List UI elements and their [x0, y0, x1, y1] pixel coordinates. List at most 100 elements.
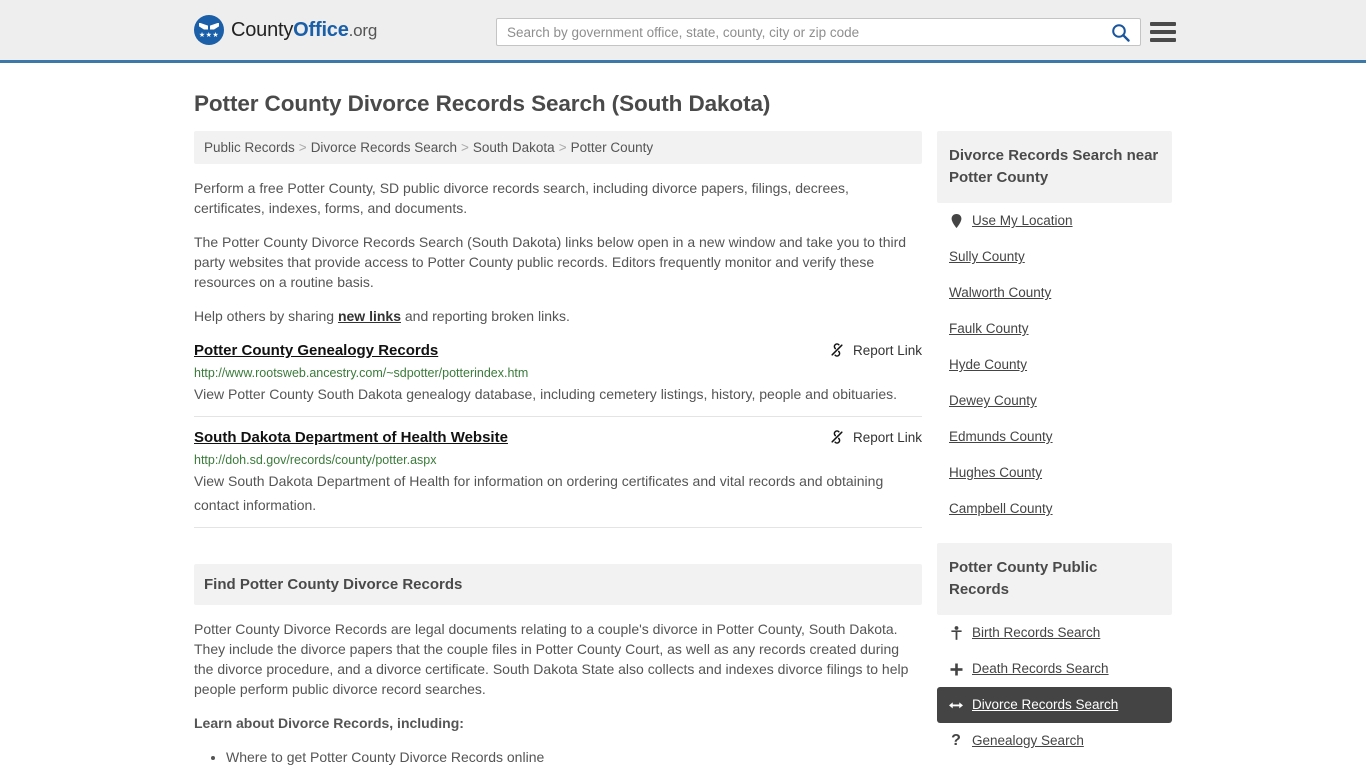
sidebar-item-marriage-records-search[interactable]: Marriage Records Search: [937, 759, 1172, 768]
broken-link-icon: [831, 430, 843, 444]
intro-share-prefix: Help others by sharing: [194, 308, 338, 324]
search-button[interactable]: [1107, 19, 1140, 45]
list-item: Use My Location: [937, 203, 1172, 239]
result-entry: Potter County Genealogy Records Report L…: [194, 340, 922, 417]
result-title-link[interactable]: South Dakota Department of Health Websit…: [194, 427, 508, 449]
breadcrumb-item-divorce-records-search[interactable]: Divorce Records Search: [311, 140, 457, 155]
logo-text-county: County: [231, 18, 294, 41]
sidebar-item-label: Birth Records Search: [972, 625, 1101, 640]
sidebar-item-faulk-county[interactable]: Faulk County: [937, 311, 1172, 347]
search-icon: [1112, 23, 1130, 42]
content-columns: Public Records > Divorce Records Search > So…: [194, 131, 1172, 768]
result-entry: South Dakota Department of Health Websit…: [194, 427, 922, 528]
find-records-paragraph: Potter County Divorce Records are legal …: [194, 621, 909, 697]
result-url[interactable]: http://www.rootsweb.ancestry.com/~sdpott…: [194, 365, 922, 381]
double-arrow-icon: [949, 700, 963, 711]
sidebar-item-hughes-county[interactable]: Hughes County: [937, 455, 1172, 491]
sidebar-item-walworth-county[interactable]: Walworth County: [937, 275, 1172, 311]
report-link-label: Report Link: [852, 429, 922, 445]
sidebar-public-records-heading: Potter County Public Records: [937, 543, 1172, 615]
result-description: View Potter County South Dakota genealog…: [194, 386, 898, 402]
sidebar-nearby-list: Use My Location Sully County Walworth Co…: [937, 203, 1172, 527]
sidebar-nearby-heading: Divorce Records Search near Potter Count…: [937, 131, 1172, 203]
sidebar-item-death-records-search[interactable]: Death Records Search: [937, 651, 1172, 687]
breadcrumb-separator: >: [558, 140, 567, 155]
sidebar-item-label: Edmunds County: [949, 429, 1053, 444]
sidebar-item-label: Campbell County: [949, 501, 1053, 516]
logo-stars: ★★★: [198, 31, 220, 39]
list-item: Marriage Records Search: [937, 759, 1172, 768]
eagle-logo-icon: ★★★: [194, 15, 224, 45]
result-url[interactable]: http://doh.sd.gov/records/county/potter.…: [194, 452, 922, 468]
baby-icon: [949, 626, 963, 640]
sidebar-item-hyde-county[interactable]: Hyde County: [937, 347, 1172, 383]
intro-text: Perform a free Potter County, SD public …: [194, 178, 922, 326]
find-records-body: Potter County Divorce Records are legal …: [194, 619, 922, 768]
list-item: Dewey County: [937, 383, 1172, 419]
breadcrumb: Public Records > Divorce Records Search > So…: [194, 131, 922, 164]
list-item: Walworth County: [937, 275, 1172, 311]
breadcrumb-item-potter-county[interactable]: Potter County: [571, 140, 654, 155]
learn-about-heading: Learn about Divorce Records, including:: [194, 715, 464, 731]
result-description: View South Dakota Department of Health f…: [194, 473, 884, 513]
page-container: Potter County Divorce Records Search (So…: [0, 91, 1366, 768]
new-links-link[interactable]: new links: [338, 308, 401, 324]
list-item: Divorce Records Search: [937, 687, 1172, 723]
sidebar: Divorce Records Search near Potter Count…: [937, 131, 1172, 768]
intro-paragraph-1: Perform a free Potter County, SD public …: [194, 180, 849, 216]
map-pin-icon: [949, 214, 963, 228]
list-item: Birth Records Search: [937, 615, 1172, 651]
breadcrumb-item-public-records[interactable]: Public Records: [204, 140, 295, 155]
sidebar-item-label: Walworth County: [949, 285, 1052, 300]
breadcrumb-separator: >: [461, 140, 469, 155]
learn-about-list: Where to get Potter County Divorce Recor…: [194, 747, 922, 768]
sidebar-item-edmunds-county[interactable]: Edmunds County: [937, 419, 1172, 455]
sidebar-item-label: Use My Location: [972, 213, 1073, 228]
site-logo[interactable]: ★★★ CountyOffice.org: [194, 15, 377, 45]
list-item: ? Genealogy Search: [937, 723, 1172, 759]
list-item: Death Records Search: [937, 651, 1172, 687]
list-item: Hughes County: [937, 455, 1172, 491]
sidebar-item-label: Dewey County: [949, 393, 1037, 408]
sidebar-item-divorce-records-search[interactable]: Divorce Records Search: [937, 687, 1172, 723]
page-title: Potter County Divorce Records Search (So…: [194, 91, 771, 116]
sidebar-item-dewey-county[interactable]: Dewey County: [937, 383, 1172, 419]
sidebar-item-label: Faulk County: [949, 321, 1029, 336]
logo-text-org: .org: [348, 20, 378, 40]
intro-share-suffix: and reporting broken links.: [401, 308, 570, 324]
breadcrumb-item-south-dakota[interactable]: South Dakota: [473, 140, 555, 155]
sidebar-item-label: Divorce Records Search: [972, 697, 1119, 712]
hamburger-menu-icon[interactable]: [1150, 18, 1176, 46]
list-item: Edmunds County: [937, 419, 1172, 455]
site-header: ★★★ CountyOffice.org: [0, 0, 1366, 63]
main-content: Public Records > Divorce Records Search > So…: [194, 131, 922, 768]
logo-text-office: Office: [293, 18, 349, 41]
sidebar-item-label: Hughes County: [949, 465, 1043, 480]
list-item: Where to get Potter County Divorce Recor…: [226, 747, 922, 768]
sidebar-item-label: Death Records Search: [972, 661, 1109, 676]
cross-icon: [949, 663, 963, 676]
report-link-button[interactable]: Report Link: [829, 427, 922, 445]
result-title-link[interactable]: Potter County Genealogy Records: [194, 340, 438, 362]
sidebar-item-birth-records-search[interactable]: Birth Records Search: [937, 615, 1172, 651]
intro-paragraph-2: The Potter County Divorce Records Search…: [194, 234, 907, 290]
sidebar-public-records-list: Birth Records Search Death Records Searc…: [937, 615, 1172, 768]
list-item: Sully County: [937, 239, 1172, 275]
result-header-row: South Dakota Department of Health Websit…: [194, 427, 922, 449]
sidebar-item-label: Hyde County: [949, 357, 1028, 372]
sidebar-item-campbell-county[interactable]: Campbell County: [937, 491, 1172, 527]
logo-wordmark: CountyOffice.org: [231, 19, 377, 42]
sidebar-item-use-my-location[interactable]: Use My Location: [937, 203, 1172, 239]
list-item: Faulk County: [937, 311, 1172, 347]
question-mark-icon: ?: [951, 732, 961, 749]
broken-link-icon: [831, 343, 843, 357]
search-bar[interactable]: [496, 18, 1141, 46]
report-link-button[interactable]: Report Link: [829, 340, 922, 358]
sidebar-item-sully-county[interactable]: Sully County: [937, 239, 1172, 275]
sidebar-item-genealogy-search[interactable]: ? Genealogy Search: [937, 723, 1172, 759]
search-input[interactable]: [497, 19, 1107, 45]
breadcrumb-separator: >: [298, 140, 307, 155]
intro-paragraph-3: Help others by sharing new links and rep…: [194, 306, 922, 326]
result-header-row: Potter County Genealogy Records Report L…: [194, 340, 922, 362]
